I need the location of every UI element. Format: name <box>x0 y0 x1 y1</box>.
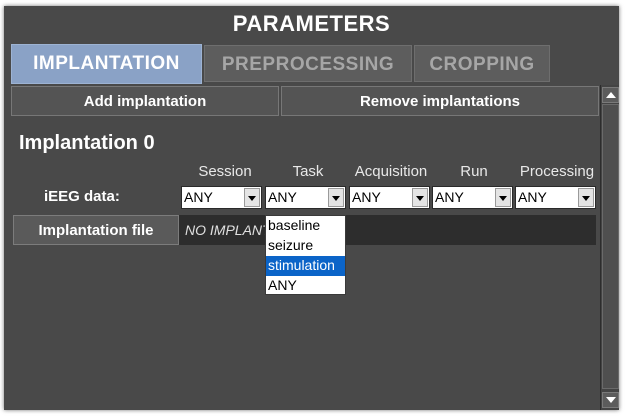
add-implantation-button[interactable]: Add implantation <box>11 86 279 116</box>
chevron-down-icon[interactable] <box>495 188 511 207</box>
session-select-value: ANY <box>184 189 213 205</box>
scroll-down-arrow-icon[interactable] <box>602 392 619 408</box>
remove-implantations-button[interactable]: Remove implantations <box>281 86 599 116</box>
chevron-down-icon[interactable] <box>578 188 594 207</box>
parameters-window: PARAMETERS IMPLANTATION PREPROCESSING CR… <box>4 6 619 410</box>
run-select-value: ANY <box>435 189 464 205</box>
processing-select-value: ANY <box>518 189 547 205</box>
dropdown-option-seizure[interactable]: seizure <box>266 236 345 256</box>
processing-select[interactable]: ANY <box>515 186 596 209</box>
chevron-down-icon[interactable] <box>328 188 344 207</box>
acquisition-select[interactable]: ANY <box>349 186 430 209</box>
run-select[interactable]: ANY <box>432 186 513 209</box>
tab-implantation[interactable]: IMPLANTATION <box>11 44 202 84</box>
window-title: PARAMETERS <box>232 11 391 36</box>
column-header-session: Session <box>198 163 252 180</box>
task-dropdown-list[interactable]: baseline seizure stimulation ANY <box>265 215 346 295</box>
task-select-value: ANY <box>268 189 297 205</box>
tab-cropping[interactable]: CROPPING <box>414 45 550 82</box>
session-select[interactable]: ANY <box>181 186 262 209</box>
tab-preprocessing[interactable]: PREPROCESSING <box>204 45 412 82</box>
column-header-task: Task <box>292 163 324 180</box>
implantation-file-field: NO IMPLANTATION FILE <box>179 215 596 245</box>
implantation-file-button[interactable]: Implantation file <box>13 215 179 245</box>
dropdown-option-any[interactable]: ANY <box>266 276 345 296</box>
implantation-title: Implantation 0 <box>19 132 155 154</box>
column-header-run: Run <box>460 163 488 180</box>
scrollbar-thumb[interactable] <box>602 104 619 389</box>
scroll-up-arrow-icon[interactable] <box>602 87 619 103</box>
dropdown-option-baseline[interactable]: baseline <box>266 216 345 236</box>
ieeg-data-label: iEEG data: <box>44 188 120 205</box>
vertical-scrollbar[interactable] <box>600 85 619 410</box>
chevron-down-icon[interactable] <box>244 188 260 207</box>
acquisition-select-value: ANY <box>352 189 381 205</box>
column-header-acquisition: Acquisition <box>354 163 428 180</box>
dropdown-option-stimulation[interactable]: stimulation <box>266 256 345 276</box>
task-select[interactable]: ANY <box>265 186 346 209</box>
column-header-processing: Processing <box>519 163 595 180</box>
chevron-down-icon[interactable] <box>412 188 428 207</box>
tab-bar: IMPLANTATION PREPROCESSING CROPPING <box>4 42 619 85</box>
